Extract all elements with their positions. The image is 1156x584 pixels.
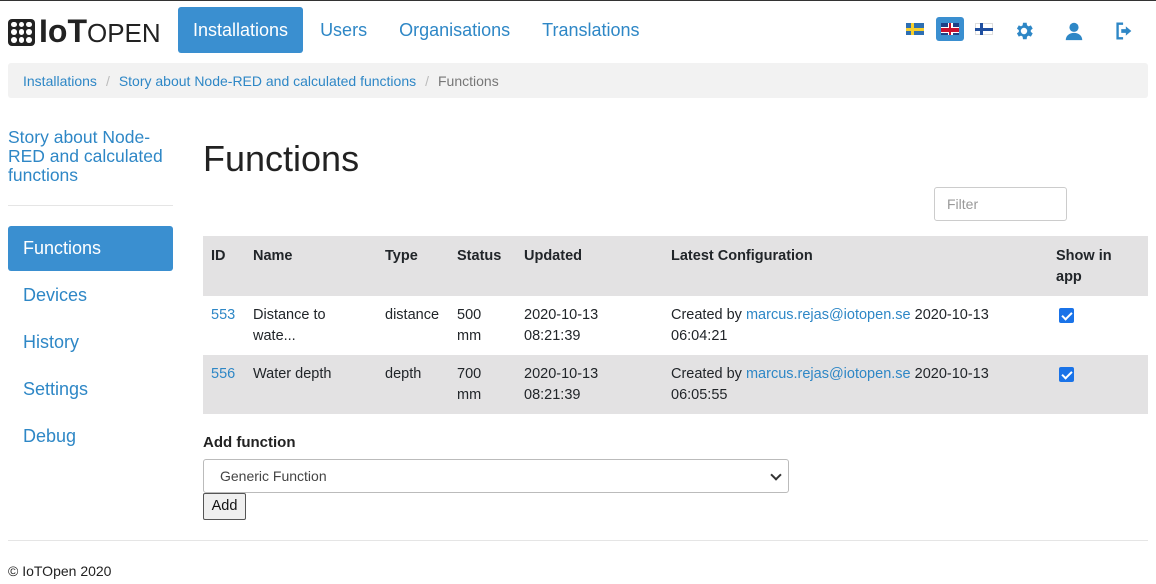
table-row[interactable]: 553 Distance to wate... distance 500 mm …	[203, 296, 1148, 355]
column-header-updated[interactable]: Updated	[516, 236, 663, 296]
function-latest-configuration: Created by marcus.rejas@iotopen.se 2020-…	[663, 296, 1048, 355]
gear-icon[interactable]	[1013, 20, 1035, 42]
sidebar-divider	[8, 205, 173, 206]
function-name: Distance to wate...	[253, 307, 326, 344]
top-navbar: IoTOPEN Installations Users Organisation…	[0, 0, 1156, 58]
breadcrumb-installations[interactable]: Installations	[23, 73, 97, 89]
navbar-right	[900, 14, 1150, 48]
function-status: 700 mm	[449, 355, 516, 414]
function-id-link[interactable]: 556	[211, 366, 235, 382]
function-id-link[interactable]: 553	[211, 307, 235, 323]
function-name: Water depth	[245, 355, 377, 414]
sidebar-item-debug[interactable]: Debug	[8, 414, 173, 459]
english-language-button[interactable]	[936, 17, 964, 41]
column-header-id[interactable]: ID	[203, 236, 245, 296]
add-function-label: Add function	[203, 434, 296, 451]
function-updated: 2020-10-13 08:21:39	[516, 355, 663, 414]
breadcrumb-separator: /	[425, 72, 429, 89]
english-flag-icon	[941, 23, 959, 35]
table-row[interactable]: 556 Water depth depth 700 mm 2020-10-13 …	[203, 355, 1148, 414]
filter-input[interactable]	[934, 187, 1067, 221]
function-type-selected: Generic Function	[220, 468, 327, 484]
iotopen-logo[interactable]: IoTOPEN	[8, 15, 161, 49]
functions-table: ID Name Type Status Updated Latest Confi…	[203, 236, 1148, 414]
nav-users[interactable]: Users	[305, 7, 382, 53]
column-header-name[interactable]: Name	[245, 236, 377, 296]
footer-divider	[8, 540, 1148, 541]
created-prefix: Created by	[671, 307, 742, 323]
created-by-link[interactable]: marcus.rejas@iotopen.se	[746, 366, 911, 382]
function-type: depth	[377, 355, 449, 414]
chevron-down-icon	[770, 469, 782, 481]
column-header-show-in-app[interactable]: Show in app	[1048, 236, 1148, 296]
function-updated: 2020-10-13 08:21:39	[524, 307, 599, 344]
breadcrumb-current: Functions	[438, 72, 499, 89]
created-prefix: Created by	[671, 366, 742, 382]
logo-text: IoTOPEN	[39, 13, 161, 49]
function-status: 500 mm	[457, 307, 482, 344]
logo-grid-icon	[8, 18, 35, 46]
created-by-link[interactable]: marcus.rejas@iotopen.se	[746, 307, 911, 323]
user-icon[interactable]	[1063, 20, 1085, 42]
sidebar-item-devices[interactable]: Devices	[8, 273, 173, 318]
logout-icon[interactable]	[1113, 20, 1135, 42]
nav-translations[interactable]: Translations	[527, 7, 654, 53]
column-header-latest-configuration[interactable]: Latest Configuration	[663, 236, 1048, 296]
page-title: Functions	[203, 138, 360, 179]
main-nav: Installations Users Organisations Transl…	[178, 7, 657, 53]
sidebar-installation-title[interactable]: Story about Node-RED and calculated func…	[8, 128, 173, 185]
sidebar-item-history[interactable]: History	[8, 320, 173, 365]
nav-installations[interactable]: Installations	[178, 7, 304, 53]
finnish-flag-icon[interactable]	[975, 23, 993, 35]
show-in-app-checkbox[interactable]	[1059, 308, 1074, 323]
breadcrumb-installation[interactable]: Story about Node-RED and calculated func…	[119, 73, 416, 89]
nav-organisations[interactable]: Organisations	[384, 7, 525, 53]
function-type: distance	[385, 307, 440, 323]
column-header-type[interactable]: Type	[377, 236, 449, 296]
function-type-select[interactable]: Generic Function	[203, 459, 789, 493]
footer-copyright: © IoTOpen 2020	[8, 563, 112, 579]
sidebar-nav: Functions Devices History Settings Debug	[8, 226, 173, 461]
show-in-app-checkbox[interactable]	[1059, 367, 1074, 382]
sidebar-item-functions[interactable]: Functions	[8, 226, 173, 271]
add-function-button[interactable]: Add	[203, 493, 246, 520]
table-header-row: ID Name Type Status Updated Latest Confi…	[203, 236, 1148, 296]
breadcrumb-separator: /	[105, 72, 110, 89]
function-latest-configuration: Created by marcus.rejas@iotopen.se 2020-…	[663, 355, 1048, 414]
swedish-flag-icon[interactable]	[906, 23, 924, 35]
breadcrumb: Installations / Story about Node-RED and…	[8, 63, 1148, 98]
column-header-status[interactable]: Status	[449, 236, 516, 296]
sidebar-item-settings[interactable]: Settings	[8, 367, 173, 412]
